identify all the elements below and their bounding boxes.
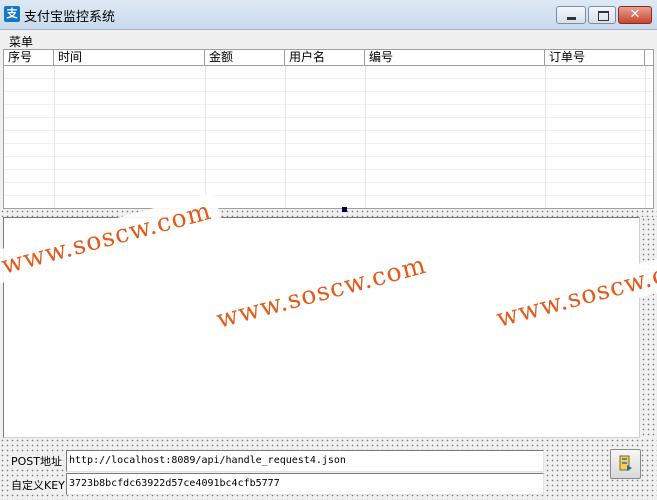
title-bar[interactable]: 支 支付宝监控系统 ✕: [0, 0, 657, 30]
column-header-order-number[interactable]: 订单号: [545, 50, 645, 66]
alipay-icon: 支: [4, 6, 20, 22]
column-header-amount[interactable]: 金额: [205, 50, 285, 66]
column-divider: [365, 66, 366, 208]
column-header-time[interactable]: 时间: [54, 50, 205, 66]
column-divider: [205, 66, 206, 208]
menu-item-menu[interactable]: 菜单: [9, 33, 33, 50]
window-title: 支付宝监控系统: [24, 10, 116, 25]
splitter-bar[interactable]: [0, 209, 657, 217]
close-icon: ✕: [629, 7, 641, 22]
post-url-label: POST地址: [10, 453, 63, 469]
column-divider: [285, 66, 286, 208]
column-header-number[interactable]: 编号: [365, 50, 545, 66]
post-url-input[interactable]: http://localhost:8089/api/handle_request…: [66, 450, 544, 472]
run-icon: [619, 455, 632, 471]
menu-bar: 菜单: [0, 30, 657, 50]
column-divider: [645, 66, 646, 208]
custom-key-input[interactable]: 3723b8bcfdc63922d57ce4091bc4cfb5777: [66, 473, 544, 495]
column-header-index[interactable]: 序号: [4, 50, 54, 66]
maximize-button[interactable]: [588, 6, 616, 24]
table-header: 序号 时间 金额 用户名 编号 订单号: [4, 50, 653, 66]
splitter-handle[interactable]: [342, 207, 347, 212]
column-divider: [54, 66, 55, 208]
designer-grid-margin: [641, 217, 657, 438]
transactions-table[interactable]: 序号 时间 金额 用户名 编号 订单号: [3, 49, 654, 209]
close-button[interactable]: ✕: [618, 6, 652, 24]
custom-key-label: 自定义KEY: [10, 477, 66, 493]
minimize-button[interactable]: [556, 6, 586, 24]
column-divider: [545, 66, 546, 208]
column-header-username[interactable]: 用户名: [285, 50, 365, 66]
start-monitor-button[interactable]: [610, 449, 641, 479]
